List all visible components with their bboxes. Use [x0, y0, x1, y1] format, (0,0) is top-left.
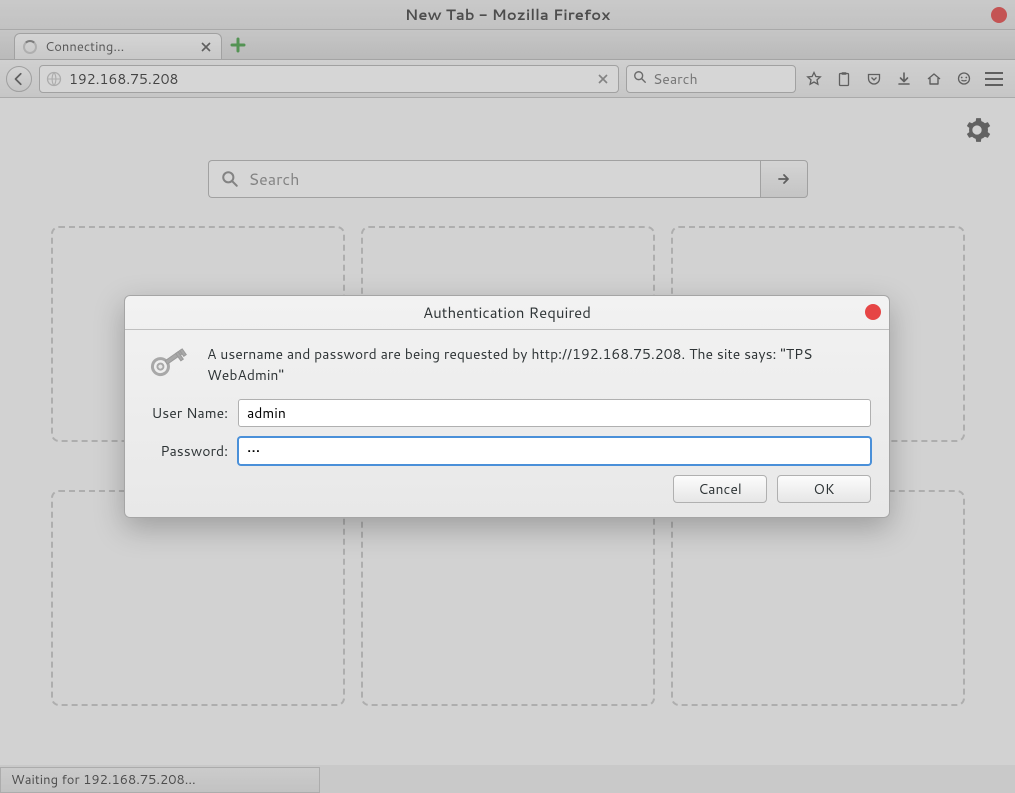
dialog-close-button[interactable]	[865, 304, 881, 320]
dialog-title: Authentication Required	[423, 302, 591, 323]
ok-button[interactable]: OK	[777, 475, 871, 503]
password-input[interactable]	[238, 437, 871, 465]
auth-dialog: Authentication Required A username and p…	[124, 295, 890, 518]
cancel-button[interactable]: Cancel	[673, 475, 767, 503]
dialog-titlebar: Authentication Required	[125, 296, 889, 330]
dialog-message: A username and password are being reques…	[207, 342, 871, 387]
key-icon	[143, 342, 191, 387]
username-label: User Name:	[143, 403, 228, 423]
password-label: Password:	[143, 441, 228, 461]
username-input[interactable]	[238, 399, 871, 427]
